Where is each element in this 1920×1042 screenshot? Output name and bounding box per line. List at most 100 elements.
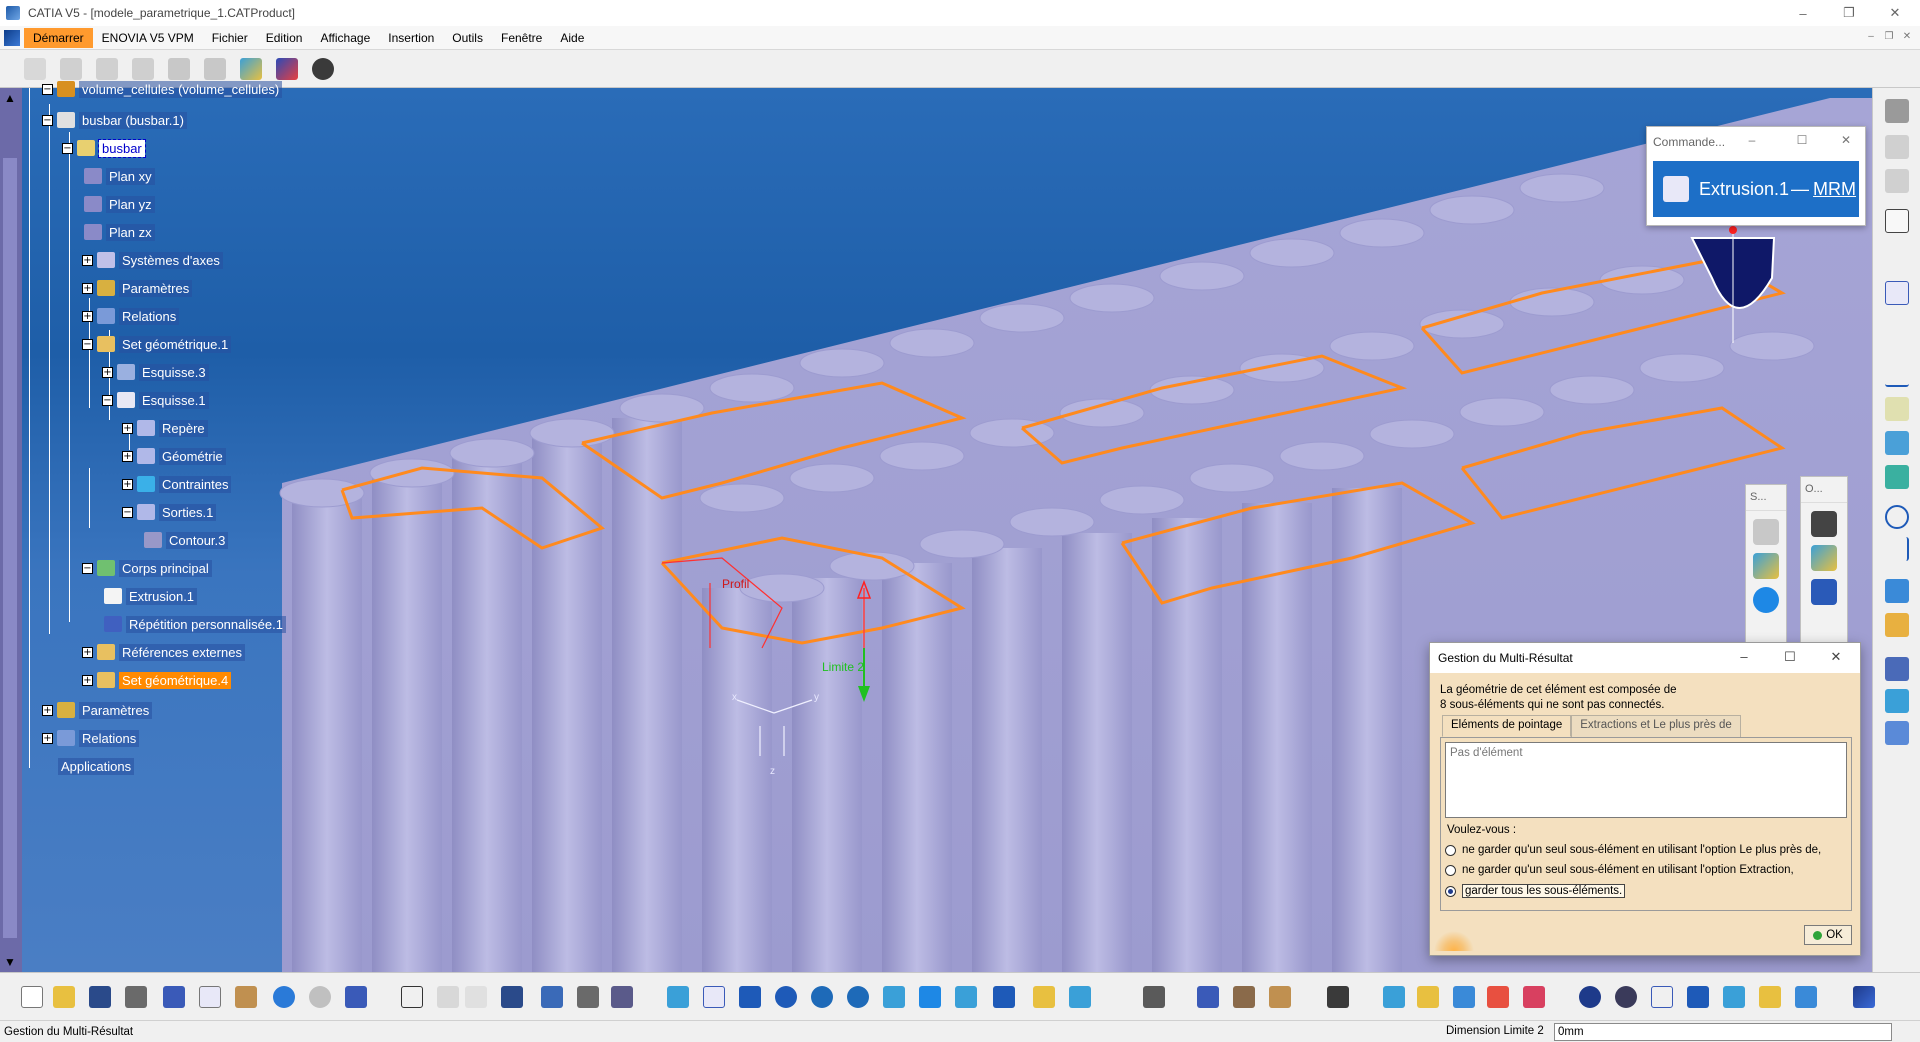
collapse-icon[interactable]: − bbox=[62, 142, 73, 154]
tree-node-busbar-product[interactable]: − busbar (busbar.1) bbox=[42, 110, 187, 130]
connect-checker-icon[interactable] bbox=[1484, 983, 1512, 1011]
menu-fenetre[interactable]: Fenêtre bbox=[492, 28, 551, 48]
redo-icon[interactable] bbox=[306, 983, 334, 1011]
tree-node-esquisse-3[interactable]: + Esquisse.3 bbox=[102, 362, 209, 382]
gray-tool-1-icon[interactable] bbox=[1882, 132, 1912, 162]
menu-affichage[interactable]: Affichage bbox=[311, 28, 379, 48]
panel-maximize-icon[interactable]: ☐ bbox=[1793, 133, 1811, 151]
tree-node-repetition-personnalisee[interactable]: Répétition personnalisée.1 bbox=[104, 614, 286, 634]
fly-mode-icon[interactable] bbox=[664, 983, 692, 1011]
select-cursor-icon[interactable] bbox=[1882, 206, 1912, 236]
curvature-icon[interactable] bbox=[1520, 983, 1548, 1011]
tree-node-parametres[interactable]: + Paramètres bbox=[82, 278, 193, 298]
publication-icon[interactable] bbox=[1230, 983, 1258, 1011]
menu-outils[interactable]: Outils bbox=[443, 28, 492, 48]
expand-icon[interactable]: + bbox=[82, 674, 93, 686]
collapse-icon[interactable]: − bbox=[42, 83, 53, 95]
camera-icon[interactable] bbox=[1324, 983, 1352, 1011]
measure-icon[interactable] bbox=[1753, 519, 1779, 545]
menu-fichier[interactable]: Fichier bbox=[203, 28, 257, 48]
current-command[interactable]: Extrusion.1 — MRM bbox=[1653, 161, 1859, 217]
tree-node-repere[interactable]: + Repère bbox=[122, 418, 208, 438]
analysis-icon[interactable] bbox=[1811, 545, 1837, 571]
collapse-icon[interactable]: − bbox=[102, 394, 113, 406]
shading-icon[interactable] bbox=[990, 983, 1018, 1011]
expand-icon[interactable]: + bbox=[82, 310, 93, 322]
minimize-button[interactable]: – bbox=[1780, 0, 1826, 26]
collapse-icon[interactable]: − bbox=[82, 562, 93, 574]
iso-view-icon[interactable] bbox=[952, 983, 980, 1011]
law-icon[interactable] bbox=[538, 983, 566, 1011]
fit-all-icon[interactable] bbox=[700, 983, 728, 1011]
hide-show-icon[interactable] bbox=[1030, 983, 1058, 1011]
catalog-browser-icon[interactable] bbox=[574, 983, 602, 1011]
tree-node-contour-3[interactable]: Contour.3 bbox=[144, 530, 229, 550]
arrow-right-icon[interactable] bbox=[1882, 238, 1912, 268]
sketcher-icon[interactable] bbox=[1882, 278, 1912, 308]
new-document-icon[interactable] bbox=[18, 983, 46, 1011]
ok-button[interactable]: OK bbox=[1804, 925, 1852, 945]
bottle-icon[interactable] bbox=[1266, 983, 1294, 1011]
line-icon[interactable] bbox=[1882, 360, 1912, 390]
workbench-icon[interactable] bbox=[1882, 96, 1912, 126]
dialog-maximize-icon[interactable]: ☐ bbox=[1780, 649, 1800, 669]
split-icon[interactable] bbox=[1882, 654, 1912, 684]
radio-garder-tous[interactable] bbox=[1445, 885, 1456, 897]
expand-icon[interactable]: + bbox=[82, 282, 93, 294]
expand-icon[interactable]: + bbox=[122, 422, 133, 434]
fill-icon[interactable] bbox=[1882, 576, 1912, 606]
scroll-up-icon[interactable]: ▲ bbox=[2, 90, 18, 106]
elements-listbox[interactable]: Pas d'élément bbox=[1445, 742, 1847, 818]
tree-node-busbar-part[interactable]: − busbar bbox=[62, 138, 146, 158]
restore-button[interactable]: ❐ bbox=[1826, 0, 1872, 26]
print-icon[interactable] bbox=[122, 983, 150, 1011]
option-le-plus-pres[interactable]: ne garder qu'un seul sous-élément en uti… bbox=[1445, 844, 1821, 856]
tree-node-corps-principal[interactable]: − Corps principal bbox=[82, 558, 212, 578]
panel-minimize-icon[interactable]: – bbox=[1743, 133, 1761, 151]
copy-icon[interactable] bbox=[196, 983, 224, 1011]
tree-node-systemes-axes[interactable]: + Systèmes d'axes bbox=[82, 250, 223, 270]
catalog-icon[interactable] bbox=[1811, 579, 1837, 605]
tree-node-geometrie[interactable]: + Géométrie bbox=[122, 446, 226, 466]
measure-inertia-icon[interactable] bbox=[1450, 983, 1478, 1011]
menu-enovia[interactable]: ENOVIA V5 VPM bbox=[93, 28, 203, 48]
dialog-minimize-icon[interactable]: – bbox=[1734, 649, 1754, 669]
multi-view-icon[interactable] bbox=[916, 983, 944, 1011]
update-all-icon[interactable] bbox=[1612, 983, 1640, 1011]
tree-node-volume-cellules[interactable]: − volume_cellules (volume_cellules) bbox=[42, 79, 283, 99]
circle-icon[interactable] bbox=[1882, 502, 1912, 532]
plane-system-icon[interactable] bbox=[1792, 983, 1820, 1011]
catia-menu-icon[interactable] bbox=[4, 29, 20, 46]
zoom-in-icon[interactable] bbox=[808, 983, 836, 1011]
expand-icon[interactable]: + bbox=[122, 478, 133, 490]
collapse-icon[interactable]: − bbox=[82, 338, 93, 350]
expand-icon[interactable]: + bbox=[82, 646, 93, 658]
expand-icon[interactable]: + bbox=[42, 704, 53, 716]
snap-icon[interactable] bbox=[1756, 983, 1784, 1011]
tree-node-references-externes[interactable]: + Références externes bbox=[82, 642, 245, 662]
expand-icon[interactable]: + bbox=[122, 450, 133, 462]
radio-extraction[interactable] bbox=[1445, 864, 1456, 876]
spline-icon[interactable] bbox=[1882, 534, 1912, 564]
paste-icon[interactable] bbox=[232, 983, 260, 1011]
doc-close-icon[interactable]: ✕ bbox=[1900, 31, 1914, 45]
extract-icon[interactable] bbox=[1882, 718, 1912, 748]
pan-icon[interactable] bbox=[736, 983, 764, 1011]
update-icon[interactable] bbox=[1576, 983, 1604, 1011]
expand-icon[interactable]: + bbox=[82, 254, 93, 266]
collapse-icon[interactable]: − bbox=[42, 114, 53, 126]
tree-node-plan-yz[interactable]: Plan yz bbox=[84, 194, 155, 214]
grid-icon[interactable] bbox=[1684, 983, 1712, 1011]
undo-icon[interactable] bbox=[270, 983, 298, 1011]
plane-tool-icon[interactable] bbox=[1882, 394, 1912, 424]
cut-icon[interactable] bbox=[160, 983, 188, 1011]
dialog-close-icon[interactable]: ✕ bbox=[1826, 649, 1846, 669]
zoom-out-icon[interactable] bbox=[844, 983, 872, 1011]
tree-node-plan-xy[interactable]: Plan xy bbox=[84, 166, 155, 186]
tree-node-sorties-1[interactable]: − Sorties.1 bbox=[122, 502, 217, 522]
scroll-thumb[interactable] bbox=[3, 158, 17, 938]
collapse-icon[interactable]: − bbox=[122, 506, 133, 518]
menu-insertion[interactable]: Insertion bbox=[379, 28, 443, 48]
whats-this-icon[interactable] bbox=[342, 983, 370, 1011]
gray-tool-2-icon[interactable] bbox=[1882, 166, 1912, 196]
